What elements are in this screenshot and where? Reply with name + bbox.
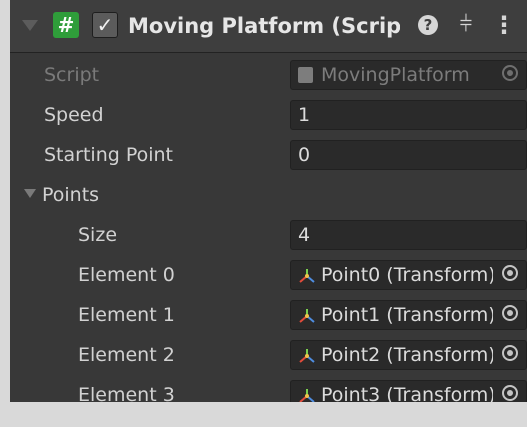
points-foldout-arrow-icon[interactable] — [24, 189, 36, 198]
component-header[interactable]: ✓ Moving Platform (Scrip ? ⫩ ⋮ — [10, 0, 527, 53]
speed-input[interactable]: 1 — [290, 100, 527, 130]
element-label[interactable]: Element 2 — [78, 337, 175, 373]
starting-point-input[interactable]: 0 — [290, 140, 527, 170]
inspector-panel: ✓ Moving Platform (Scrip ? ⫩ ⋮ Script Mo… — [10, 0, 527, 402]
element-object-name: Point3 (Transform) — [321, 384, 493, 402]
checkmark-icon: ✓ — [96, 13, 114, 37]
csharp-script-icon — [53, 12, 79, 38]
element-object-name: Point0 (Transform) — [321, 264, 493, 286]
help-icon[interactable]: ? — [418, 15, 438, 35]
element-label[interactable]: Element 3 — [78, 377, 175, 402]
starting-point-label[interactable]: Starting Point — [44, 137, 173, 173]
points-size-row: Size 4 — [10, 217, 527, 253]
object-picker-icon[interactable] — [498, 261, 526, 289]
script-object-field: MovingPlatform — [290, 60, 527, 90]
script-object-name: MovingPlatform — [321, 64, 470, 86]
speed-label[interactable]: Speed — [44, 97, 104, 133]
transform-icon — [299, 269, 315, 283]
script-label: Script — [44, 64, 100, 86]
enabled-checkbox[interactable]: ✓ — [92, 12, 118, 38]
element-row: Element 3 Point3 (Transform) — [10, 377, 527, 402]
script-row: Script MovingPlatform — [10, 57, 527, 93]
element-row: Element 0 Point0 (Transform) — [10, 257, 527, 293]
script-asset-icon — [298, 67, 313, 83]
size-label[interactable]: Size — [78, 217, 117, 253]
object-picker-icon — [498, 61, 526, 89]
element-object-name: Point1 (Transform) — [321, 304, 493, 326]
object-picker-icon[interactable] — [498, 301, 526, 329]
element-label[interactable]: Element 0 — [78, 257, 175, 293]
object-picker-icon[interactable] — [498, 341, 526, 369]
element-row: Element 1 Point1 (Transform) — [10, 297, 527, 333]
points-label[interactable]: Points — [42, 177, 99, 213]
size-input[interactable]: 4 — [290, 220, 527, 250]
element-label[interactable]: Element 1 — [78, 297, 175, 333]
points-foldout-row[interactable]: Points — [10, 177, 527, 213]
transform-icon — [299, 389, 315, 402]
element-object-field[interactable]: Point2 (Transform) — [290, 340, 527, 370]
element-object-field[interactable]: Point3 (Transform) — [290, 380, 527, 402]
object-picker-icon[interactable] — [498, 381, 526, 402]
transform-icon — [299, 349, 315, 363]
element-object-field[interactable]: Point1 (Transform) — [290, 300, 527, 330]
element-object-field[interactable]: Point0 (Transform) — [290, 260, 527, 290]
component-menu-icon[interactable]: ⋮ — [492, 10, 516, 40]
component-title: Moving Platform (Scrip — [128, 14, 400, 38]
starting-point-row: Starting Point 0 — [10, 137, 527, 173]
speed-row: Speed 1 — [10, 97, 527, 133]
element-row: Element 2 Point2 (Transform) — [10, 337, 527, 373]
foldout-arrow-icon[interactable] — [22, 20, 38, 31]
element-object-name: Point2 (Transform) — [321, 344, 493, 366]
transform-icon — [299, 309, 315, 323]
presets-icon[interactable]: ⫩ — [453, 10, 479, 40]
